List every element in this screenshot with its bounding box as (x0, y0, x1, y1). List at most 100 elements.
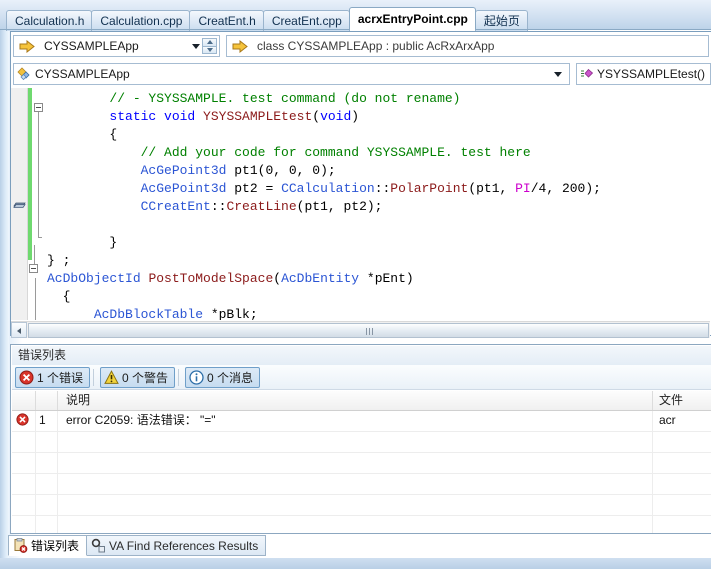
panel-title: 错误列表 (12, 346, 711, 365)
code-line[interactable]: static void YSYSSAMPLEtest(void) (47, 108, 710, 126)
scroll-left-arrow-icon[interactable] (11, 322, 27, 338)
fold-margin[interactable] (29, 88, 47, 320)
code-line[interactable]: } (47, 234, 710, 252)
error-icon (19, 370, 34, 385)
code-token: *pBlk; (203, 307, 258, 320)
scroll-grip-icon (365, 327, 373, 335)
code-token: PostToModelSpace (148, 271, 274, 286)
column-header-number[interactable] (36, 391, 58, 410)
code-line[interactable]: // Add your code for command YSYSSAMPLE.… (47, 144, 710, 162)
error-filter-label: 1 个错误 (37, 370, 84, 385)
code-line[interactable] (47, 216, 710, 234)
error-grid-header: 说明 文件 (12, 391, 711, 411)
table-row-empty[interactable] (12, 516, 711, 533)
code-line[interactable]: AcDbObjectId PostToModelSpace(AcDbEntity… (47, 270, 710, 288)
document-tab[interactable]: CreatEnt.cpp (262, 10, 350, 31)
code-text[interactable]: // - YSYSSAMPLE. test command (do not re… (47, 90, 710, 320)
column-header-icon[interactable] (12, 391, 36, 410)
document-tab[interactable]: Calculation.h (6, 10, 93, 31)
code-token: ( (312, 109, 321, 124)
table-row[interactable]: 1 error C2059: 语法错误： "=" acr (12, 411, 711, 432)
fold-line (38, 112, 39, 237)
document-tab[interactable]: CreatEnt.h (189, 10, 264, 31)
error-filter-button[interactable]: 0 个消息 (185, 366, 261, 388)
document-tabs: Calculation.h Calculation.cpp CreatEnt.h Cr… (6, 7, 528, 31)
code-line[interactable]: AcDbBlockTable *pBlk; (47, 306, 710, 320)
class-combo[interactable]: CYSSAMPLEApp (13, 35, 220, 57)
column-header-file[interactable]: 文件 (653, 391, 711, 410)
editor-horizontal-scrollbar[interactable] (11, 321, 710, 338)
error-filter-button[interactable]: 1 个错误 (15, 366, 91, 388)
error-row-file: acr (659, 413, 676, 427)
tool-window-tab[interactable]: 错误列表 (8, 535, 88, 556)
code-line[interactable]: // - YSYSSAMPLE. test command (do not re… (47, 90, 710, 108)
code-line[interactable]: { (47, 288, 710, 306)
code-token: // Add your code for command YSYSSAMPLE.… (140, 145, 531, 160)
table-row-empty[interactable] (12, 432, 711, 453)
code-line[interactable]: AcGePoint3d pt1(0, 0, 0); (47, 162, 710, 180)
code-line[interactable]: AcGePoint3d pt2 = CCalculation::PolarPoi… (47, 180, 710, 198)
error-list-panel: 错误列表 1 个错误 0 个警告 0 个消息 说明 文件 1 error C2059:… (10, 344, 711, 534)
fold-collapse-icon[interactable] (29, 264, 38, 273)
error-row-description: error C2059: 语法错误： "=" (66, 413, 216, 427)
code-token: AcDbEntity (281, 271, 360, 286)
code-token: static void (109, 109, 204, 124)
tool-window-tabs: 错误列表 VA Find References Results (8, 535, 711, 559)
code-editor[interactable]: // - YSYSSAMPLE. test command (do not re… (11, 88, 710, 320)
code-token: { (47, 127, 118, 142)
scope-combo-value: CYSSAMPLEApp (35, 66, 130, 81)
code-line[interactable]: } ; (47, 252, 710, 270)
bookmark-icon[interactable] (13, 198, 26, 208)
change-bar (28, 88, 32, 260)
error-icon (16, 411, 34, 430)
table-row-empty[interactable] (12, 474, 711, 495)
member-combo[interactable]: YSYSSAMPLEtest() (576, 62, 711, 85)
document-tab[interactable]: acrxEntryPoint.cpp (348, 7, 476, 30)
column-header-description[interactable]: 说明 (58, 391, 653, 410)
code-token: AcGePoint3d (140, 181, 227, 196)
signature-combo[interactable]: class CYSSAMPLEApp : public AcRxArxApp (226, 35, 709, 57)
arrow-right-icon (19, 39, 35, 53)
code-token: PolarPoint (390, 181, 469, 196)
code-token: AcDbObjectId (47, 271, 141, 286)
scrollbar-thumb[interactable] (28, 322, 709, 338)
scope-combo[interactable]: CYSSAMPLEApp (13, 62, 570, 85)
code-line[interactable]: { (47, 126, 710, 144)
table-row-empty[interactable] (12, 495, 711, 516)
error-grid-body[interactable]: 1 error C2059: 语法错误： "=" acr (12, 411, 711, 533)
error-list-toolbar: 1 个错误 0 个警告 0 个消息 (12, 365, 711, 390)
fold-collapse-icon[interactable] (34, 103, 43, 112)
up-down-spinner-icon[interactable] (202, 38, 217, 54)
code-line[interactable]: CCreatEnt::CreatLine(pt1, pt2); (47, 198, 710, 216)
indicator-margin[interactable] (11, 88, 28, 320)
code-token: CCalculation (281, 181, 375, 196)
code-token: } (47, 235, 118, 250)
error-list-icon (13, 538, 28, 553)
vs-ide-window: Calculation.h Calculation.cpp CreatEnt.h Cr… (0, 0, 711, 569)
code-token: // - YSYSSAMPLE. test command (do not re… (109, 91, 461, 106)
code-token: CreatLine (226, 199, 297, 214)
code-token: *pEnt) (359, 271, 414, 286)
class-icon (17, 66, 32, 81)
document-tab[interactable]: 起始页 (474, 10, 528, 31)
member-combo-value: YSYSSAMPLEtest() (597, 66, 706, 81)
code-token: :: (210, 199, 227, 214)
chevron-down-icon[interactable] (554, 71, 562, 77)
toolbar-separator (93, 368, 95, 386)
toolbar-separator (178, 368, 180, 386)
chevron-down-icon[interactable] (192, 44, 200, 49)
error-filter-button[interactable]: 0 个警告 (100, 366, 176, 388)
fold-tick (38, 237, 42, 238)
tool-window-tab[interactable]: VA Find References Results (86, 535, 267, 556)
table-row-empty[interactable] (12, 453, 711, 474)
code-token: ( (273, 271, 282, 286)
error-row-number: 1 (39, 413, 46, 427)
document-tab[interactable]: Calculation.cpp (91, 10, 191, 31)
